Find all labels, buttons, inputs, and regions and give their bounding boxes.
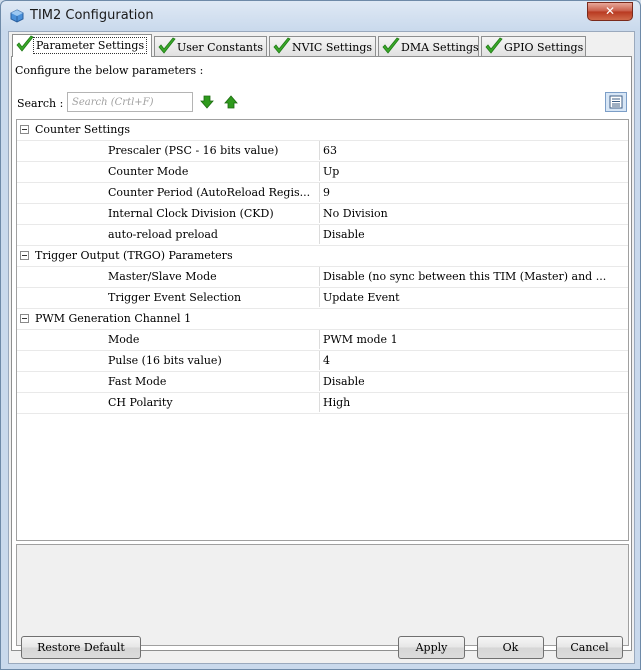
- table-row[interactable]: Pulse (16 bits value) 4: [17, 351, 628, 372]
- table-row[interactable]: Counter Period (AutoReload Regis... 9: [17, 183, 628, 204]
- arrow-up-icon[interactable]: [224, 95, 238, 109]
- param-value[interactable]: 4: [323, 351, 628, 370]
- param-value[interactable]: High: [323, 393, 628, 412]
- param-value[interactable]: 63: [323, 141, 628, 160]
- check-icon: [382, 37, 400, 54]
- list-view-icon: [609, 95, 623, 109]
- param-name: Prescaler (PSC - 16 bits value): [17, 141, 320, 160]
- group-row-trigger-output[interactable]: Trigger Output (TRGO) Parameters: [17, 246, 628, 267]
- group-name: PWM Generation Channel 1: [35, 312, 192, 325]
- param-name: Internal Clock Division (CKD): [17, 204, 320, 223]
- cancel-button[interactable]: Cancel: [556, 636, 623, 659]
- search-label: Search :: [17, 97, 64, 110]
- param-value[interactable]: No Division: [323, 204, 628, 223]
- table-row[interactable]: CH Polarity High: [17, 393, 628, 414]
- close-button[interactable]: ✕: [587, 2, 633, 21]
- group-row-pwm-channel-1[interactable]: PWM Generation Channel 1: [17, 309, 628, 330]
- tab-parameter-settings[interactable]: Parameter Settings: [12, 34, 152, 57]
- group-row-counter-settings[interactable]: Counter Settings: [17, 120, 628, 141]
- tab-nvic-settings[interactable]: NVIC Settings: [269, 36, 376, 56]
- param-value[interactable]: Disable: [323, 225, 628, 244]
- table-row[interactable]: Trigger Event Selection Update Event: [17, 288, 628, 309]
- param-name: CH Polarity: [17, 393, 320, 412]
- description-area: [16, 544, 629, 646]
- param-name: Mode: [17, 330, 320, 349]
- title-bar[interactable]: TIM2 Configuration ✕: [1, 1, 640, 31]
- ok-button[interactable]: Ok: [477, 636, 544, 659]
- tab-label: GPIO Settings: [504, 41, 584, 54]
- param-name: Fast Mode: [17, 372, 320, 391]
- table-row[interactable]: Fast Mode Disable: [17, 372, 628, 393]
- param-name: auto-reload preload: [17, 225, 320, 244]
- table-row[interactable]: auto-reload preload Disable: [17, 225, 628, 246]
- cube-icon: [10, 9, 24, 23]
- tab-user-constants[interactable]: User Constants: [154, 36, 267, 56]
- tab-label: DMA Settings: [401, 41, 479, 54]
- tab-label: NVIC Settings: [292, 41, 373, 54]
- param-value[interactable]: Up: [323, 162, 628, 181]
- dialog-window: TIM2 Configuration ✕ Parameter Settings …: [0, 0, 641, 670]
- arrow-down-icon[interactable]: [200, 95, 214, 109]
- collapse-icon[interactable]: [20, 125, 29, 134]
- table-row[interactable]: Mode PWM mode 1: [17, 330, 628, 351]
- list-view-button[interactable]: [605, 92, 627, 112]
- table-row[interactable]: Counter Mode Up: [17, 162, 628, 183]
- tab-dma-settings[interactable]: DMA Settings: [378, 36, 479, 56]
- table-row[interactable]: Prescaler (PSC - 16 bits value) 63: [17, 141, 628, 162]
- check-icon: [158, 37, 176, 54]
- configure-instructions: Configure the below parameters :: [15, 64, 204, 77]
- param-name: Counter Period (AutoReload Regis...: [17, 183, 320, 202]
- param-value[interactable]: Disable (no sync between this TIM (Maste…: [323, 267, 628, 286]
- param-name: Trigger Event Selection: [17, 288, 320, 307]
- restore-default-button[interactable]: Restore Default: [21, 636, 141, 659]
- tab-label: Parameter Settings: [33, 37, 148, 54]
- table-row[interactable]: Internal Clock Division (CKD) No Divisio…: [17, 204, 628, 225]
- apply-button[interactable]: Apply: [398, 636, 465, 659]
- group-name: Counter Settings: [35, 123, 131, 136]
- window-title: TIM2 Configuration: [30, 8, 154, 23]
- param-value[interactable]: Update Event: [323, 288, 628, 307]
- tab-gpio-settings[interactable]: GPIO Settings: [481, 36, 586, 56]
- check-icon: [273, 37, 291, 54]
- param-value[interactable]: PWM mode 1: [323, 330, 628, 349]
- tab-label: User Constants: [177, 41, 264, 54]
- dialog-client-area: Parameter Settings User Constants NVIC S…: [8, 31, 635, 664]
- tab-bar: Parameter Settings User Constants NVIC S…: [12, 34, 632, 57]
- collapse-icon[interactable]: [20, 251, 29, 260]
- param-name: Counter Mode: [17, 162, 320, 181]
- parameter-settings-panel: Configure the below parameters : Search …: [11, 56, 632, 651]
- collapse-icon[interactable]: [20, 314, 29, 323]
- search-input[interactable]: [67, 92, 193, 112]
- parameter-table: Counter Settings Prescaler (PSC - 16 bit…: [16, 119, 629, 541]
- param-name: Master/Slave Mode: [17, 267, 320, 286]
- param-value[interactable]: Disable: [323, 372, 628, 391]
- param-name: Pulse (16 bits value): [17, 351, 320, 370]
- check-icon: [16, 35, 34, 52]
- param-value[interactable]: 9: [323, 183, 628, 202]
- close-icon: ✕: [604, 4, 616, 18]
- group-name: Trigger Output (TRGO) Parameters: [35, 249, 233, 262]
- table-row[interactable]: Master/Slave Mode Disable (no sync betwe…: [17, 267, 628, 288]
- check-icon: [485, 37, 503, 54]
